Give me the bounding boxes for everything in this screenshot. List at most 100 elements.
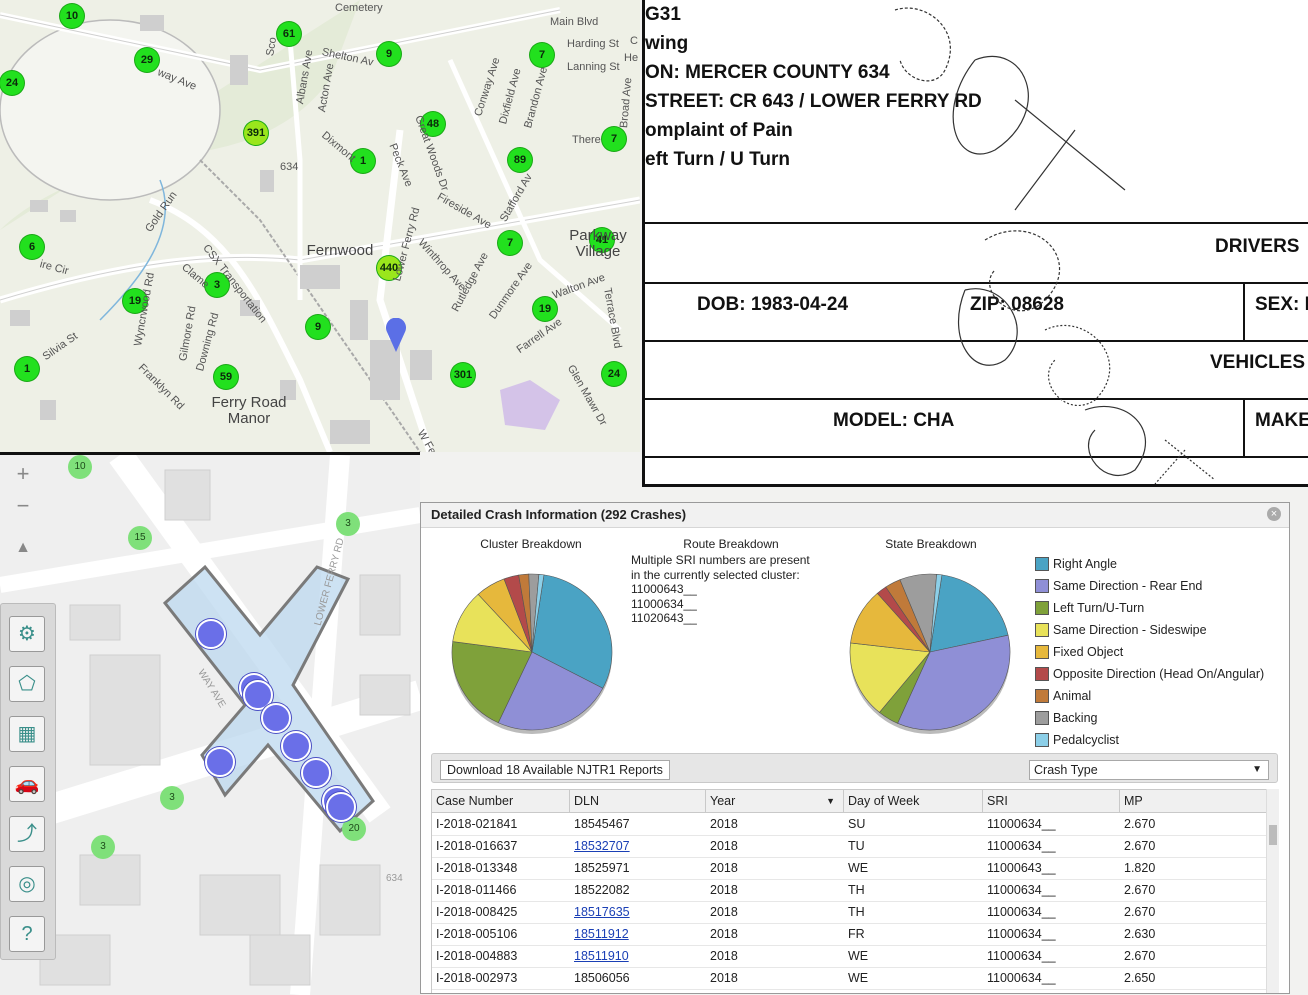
legend-label: Animal — [1053, 689, 1092, 703]
table-cell: I-2018-005106 — [436, 927, 518, 941]
street-label: He — [624, 52, 639, 64]
report-text-line: wing — [645, 33, 689, 54]
column-header[interactable]: SRI — [983, 790, 1120, 812]
dropdown-arrow-icon: ▼ — [1252, 764, 1262, 775]
table-row[interactable]: I-2018-021841 18545467 2018 SU 11000634__ 2.6… — [432, 813, 1267, 836]
crash-cluster-marker[interactable]: 301 — [451, 363, 475, 387]
dln-report-link[interactable]: 18517635 — [570, 901, 705, 923]
route-line: Multiple SRI numbers are present — [631, 553, 810, 567]
crash-cluster-marker[interactable]: 29 — [135, 48, 159, 72]
column-header[interactable]: Year ▼ — [706, 790, 844, 812]
crash-cluster-marker[interactable]: 61 — [277, 22, 301, 46]
table-cell: 11000634__ — [987, 905, 1056, 919]
column-header[interactable]: Case Number — [432, 790, 570, 812]
crash-point-marker[interactable] — [205, 747, 235, 777]
zoom-in-button[interactable]: + — [8, 459, 38, 489]
crash-cluster-marker[interactable]: 9 — [306, 315, 330, 339]
table-cell: WE — [848, 949, 869, 963]
place-label: Ferry Road — [211, 394, 287, 411]
crash-cluster-marker[interactable]: 24 — [602, 362, 626, 386]
table-cell: 2.650 — [1124, 971, 1156, 985]
table-cell: 2.670 — [1124, 839, 1156, 853]
column-header-label: Case Number — [436, 794, 514, 808]
crash-cluster-marker[interactable]: 1 — [15, 357, 39, 381]
table-cell: TU — [848, 839, 865, 853]
legend-label: Right Angle — [1053, 557, 1117, 571]
crash-cluster-marker[interactable]: 10 — [60, 4, 84, 28]
route-breakdown-title: Route Breakdown — [683, 537, 779, 551]
crash-cluster-marker[interactable]: 24 — [0, 71, 24, 95]
legend-item: Backing — [1035, 707, 1264, 729]
route-curve-icon[interactable]: ⤴ — [9, 816, 45, 852]
crash-cluster-marker[interactable]: 9 — [377, 42, 401, 66]
polygon-select-icon[interactable]: ⬠ — [9, 666, 45, 702]
table-scrollbar[interactable] — [1266, 789, 1279, 993]
crash-map-panel[interactable]: WAY AVELOWER FERRY RDNTHROP AVE634TroGL … — [0, 452, 420, 995]
scrollbar-thumb[interactable] — [1269, 825, 1277, 845]
compass-icon[interactable]: ▲ — [8, 533, 38, 563]
table-row[interactable]: I-2018-002973 18506056 2018 WE 11000634__ 2.6… — [432, 967, 1267, 990]
table-row[interactable]: I-2018-016637 18532707 2018 TU 11000634__ 2.6… — [432, 835, 1267, 858]
basemap-icon[interactable]: ▦ — [9, 716, 45, 752]
state-breakdown-pie[interactable] — [845, 567, 1015, 737]
legend-item: Right Angle — [1035, 553, 1264, 575]
street-label: Lanning St — [567, 61, 620, 73]
table-row[interactable]: I-2018-013348 18525971 2018 WE 11000643__ 1.8… — [432, 857, 1267, 880]
crash-cluster-marker[interactable]: 3 — [91, 835, 115, 859]
dln-report-link[interactable]: 18532707 — [570, 835, 705, 857]
selected-location-marker[interactable] — [385, 318, 407, 352]
download-reports-button[interactable]: Download 18 Available NJTR1 Reports — [440, 760, 670, 780]
crash-cluster-marker[interactable]: 10 — [68, 455, 92, 479]
column-header[interactable]: DLN — [570, 790, 706, 812]
crash-point-marker[interactable] — [196, 619, 226, 649]
crash-cluster-marker[interactable]: 6 — [20, 235, 44, 259]
table-cell: I-2018-021841 — [436, 817, 518, 831]
zoom-out-button[interactable]: − — [8, 491, 38, 521]
crash-cluster-marker[interactable]: 391 — [244, 121, 268, 145]
street-label: Cemetery — [335, 2, 383, 14]
table-cell: 18506056 — [574, 971, 630, 985]
heatmap-icon[interactable]: ◎ — [9, 866, 45, 902]
column-header-label: SRI — [987, 794, 1008, 808]
gear-icon[interactable]: ⚙ — [9, 616, 45, 652]
route-line: in the currently selected cluster: — [631, 567, 800, 582]
crash-cluster-marker[interactable]: 7 — [498, 231, 522, 255]
crash-point-marker[interactable] — [281, 731, 311, 761]
state-breakdown-title: State Breakdown — [885, 537, 977, 551]
crash-cluster-marker[interactable]: 3 — [160, 786, 184, 810]
legend-swatch — [1035, 711, 1049, 725]
dln-report-link[interactable]: 18511910 — [570, 945, 705, 967]
crash-point-marker[interactable] — [261, 703, 291, 733]
close-icon[interactable]: × — [1267, 507, 1281, 521]
crash-type-legend: Right Angle Same Direction - Rear End Left… — [1035, 553, 1264, 751]
table-row[interactable]: I-2018-008425 18517635 2018 TH 11000634__ 2.6… — [432, 901, 1267, 924]
crash-type-dropdown[interactable]: Crash Type ▼ — [1029, 760, 1269, 780]
legend-item: Pedalcyclist — [1035, 729, 1264, 751]
table-cell: 11000634__ — [987, 883, 1056, 897]
sort-arrow-icon[interactable]: ▼ — [826, 790, 835, 812]
street-map-panel[interactable]: 10 29 24 61 9 7 391 48 7 1 89 6 7 41 440 3 19 9 19 1 59 301 24… — [0, 0, 640, 452]
column-header[interactable]: Day of Week — [844, 790, 983, 812]
dln-report-link[interactable]: 18511912 — [570, 923, 705, 945]
table-row[interactable]: I-2018-011466 18522082 2018 TH 11000634__ 2.6… — [432, 879, 1267, 902]
help-icon[interactable]: ? — [9, 916, 45, 952]
legend-swatch — [1035, 667, 1049, 681]
crash-cluster-marker[interactable]: 3 — [336, 512, 360, 536]
route-line: 11020643__ — [631, 611, 697, 625]
table-cell: WE — [848, 971, 869, 985]
crash-cluster-marker[interactable]: 7 — [530, 43, 554, 67]
cluster-breakdown-pie[interactable] — [447, 567, 617, 737]
crash-cluster-marker[interactable]: 7 — [602, 127, 626, 151]
crash-point-marker[interactable] — [301, 758, 331, 788]
column-header[interactable]: MP — [1120, 790, 1267, 812]
table-row[interactable]: I-2018-004883 18511910 2018 WE 11000634__ 2.6… — [432, 945, 1267, 968]
popup-title: Detailed Crash Information (292 Crashes) — [421, 503, 1289, 528]
place-label: Village — [575, 243, 621, 260]
crash-cluster-marker[interactable]: 15 — [128, 526, 152, 550]
crash-point-marker[interactable] — [326, 792, 356, 822]
table-row[interactable]: I-2018-005106 18511912 2018 FR 11000634__ 2.6… — [432, 923, 1267, 946]
car-icon[interactable]: 🚗 — [9, 766, 45, 802]
crash-cluster-marker[interactable]: 89 — [508, 148, 532, 172]
table-cell: 2018 — [710, 839, 738, 853]
crash-cluster-marker[interactable]: 59 — [214, 365, 238, 389]
